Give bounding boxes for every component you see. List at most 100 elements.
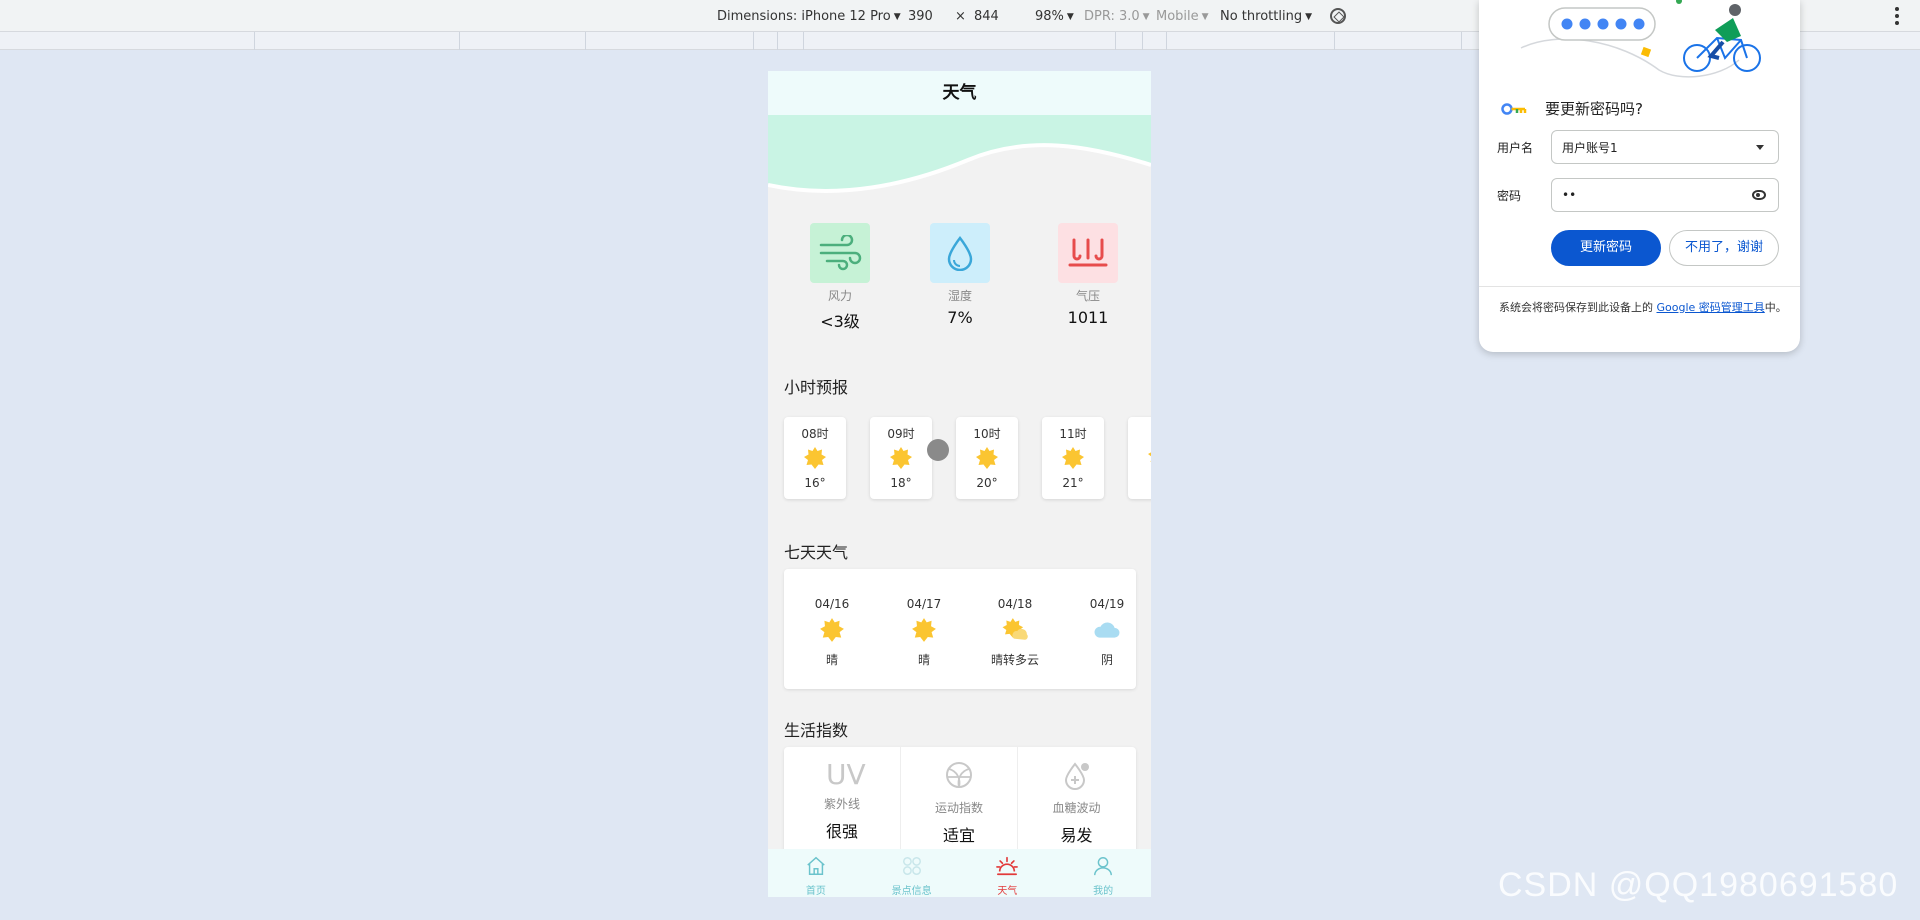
grid-icon <box>902 857 921 875</box>
chevron-down-icon: ▼ <box>1142 12 1150 22</box>
daily-item[interactable]: 04/17 晴 <box>884 597 964 668</box>
sun-icon <box>1062 447 1084 469</box>
sun-icon <box>976 447 998 469</box>
hour-temp: 18° <box>890 476 912 490</box>
hourly-card[interactable]: 10时 20° <box>956 417 1018 499</box>
device-label: Dimensions: iPhone 12 Pro <box>717 9 891 24</box>
header-wave-decoration <box>768 115 1151 205</box>
chevron-down-icon: ▼ <box>1201 12 1209 22</box>
daily-item[interactable]: 04/19 阴 <box>1067 597 1147 668</box>
tab-label: 景点信息 <box>891 886 932 897</box>
divider <box>1479 286 1800 287</box>
day-condition: 晴 <box>825 653 838 667</box>
life-index-uv[interactable]: UV 紫外线 很强 <box>784 747 901 857</box>
ruler-tick <box>585 32 586 50</box>
sun-icon <box>890 447 912 469</box>
hourly-card[interactable]: 08时 16° <box>784 417 846 499</box>
username-select[interactable]: 用户账号1 <box>1551 130 1779 164</box>
ruler-tick <box>803 32 804 50</box>
life-label: 紫外线 <box>823 797 860 811</box>
page-title: 天气 <box>768 71 1151 115</box>
zoom-label: 98% <box>1035 9 1064 24</box>
hourly-card[interactable]: 1 <box>1128 417 1151 499</box>
password-field[interactable]: •• <box>1551 178 1779 212</box>
footer-end: 中。 <box>1764 301 1787 314</box>
chevron-down-icon: ▼ <box>893 12 901 22</box>
update-password-button[interactable]: 更新密码 <box>1551 230 1661 266</box>
stat-label: 湿度 <box>947 289 972 303</box>
home-icon <box>807 856 825 875</box>
touch-cursor <box>927 439 949 461</box>
stat-pressure: 气压 1011 <box>1048 223 1128 327</box>
password-label: 密码 <box>1497 188 1522 203</box>
device-dimensions-dropdown[interactable]: Dimensions: iPhone 12 Pro ▼ <box>717 9 901 24</box>
ball-icon <box>946 762 972 788</box>
width-input[interactable]: 390 <box>908 9 933 24</box>
phone-viewport: 天气 风力 <3级 湿度 7% 气压 1011 小时预报 08时 16° 09时… <box>768 71 1151 897</box>
life-value: 易发 <box>1060 826 1093 845</box>
life-index-blood-sugar[interactable]: 血糖波动 易发 <box>1018 747 1135 857</box>
mode-dropdown[interactable]: Mobile ▼ <box>1156 9 1209 24</box>
cyclist-illustration-icon <box>1520 0 1761 78</box>
tab-label: 我的 <box>1093 886 1114 897</box>
day-date: 04/17 <box>906 597 942 611</box>
mode-label: Mobile <box>1156 9 1199 24</box>
hour-time: 11时 <box>1059 427 1087 441</box>
password-manager-link[interactable]: Google 密码管理工具 <box>1657 301 1765 314</box>
hourly-card[interactable]: 11时 21° <box>1042 417 1104 499</box>
seven-day-forecast[interactable]: 04/16 晴 04/17 晴 04/18 晴转多云 04/19 阴 <box>784 569 1136 689</box>
dpr-label: DPR: 3.0 <box>1084 9 1140 24</box>
throttling-label: No throttling <box>1220 9 1303 24</box>
daily-item[interactable]: 04/16 晴 <box>792 597 872 668</box>
chevron-down-icon: ▼ <box>1066 12 1074 22</box>
life-index-panel: UV 紫外线 很强 运动指数 适宜 血糖波动 易发 <box>784 747 1136 857</box>
life-index-sport[interactable]: 运动指数 适宜 <box>901 747 1018 857</box>
watermark: CSDN @QQ1980691580 <box>1498 866 1899 904</box>
tab-home[interactable]: 首页 <box>768 849 864 897</box>
hourly-card[interactable]: 09时 18° <box>870 417 932 499</box>
zoom-dropdown[interactable]: 98% ▼ <box>1035 9 1074 24</box>
eye-icon[interactable] <box>1752 190 1766 200</box>
ruler-tick <box>1334 32 1335 50</box>
wind-icon <box>810 223 870 283</box>
password-update-dialog: 要更新密码吗? 用户名 用户账号1 密码 •• 更新密码 不用了，谢谢 系统会将… <box>1479 0 1800 352</box>
rotate-icon[interactable] <box>1330 8 1346 24</box>
tab-label: 天气 <box>997 886 1018 897</box>
hour-time: 1 <box>1128 425 1151 439</box>
sun-icon <box>1148 452 1151 462</box>
tab-label: 首页 <box>805 886 826 897</box>
hourly-forecast-scroller[interactable]: 08时 16° 09时 18° 10时 20° 11时 21° 1 <box>768 417 1151 503</box>
day-condition: 晴转多云 <box>990 653 1039 667</box>
current-stats: 风力 <3级 湿度 7% 气压 1011 <box>768 223 1151 343</box>
life-label: 运动指数 <box>934 801 983 815</box>
ruler-tick <box>1461 32 1462 50</box>
tab-profile[interactable]: 我的 <box>1055 849 1151 897</box>
stat-label: 风力 <box>827 289 852 303</box>
drop-plus-icon <box>1064 762 1089 790</box>
life-value: 很强 <box>825 822 858 841</box>
daily-item[interactable]: 04/18 晴转多云 <box>975 597 1055 668</box>
sun-icon <box>912 618 936 642</box>
dialog-title: 要更新密码吗? <box>1501 98 1643 119</box>
tab-attractions[interactable]: 景点信息 <box>864 849 960 897</box>
hour-temp: 20° <box>976 476 998 490</box>
username-label: 用户名 <box>1497 140 1534 155</box>
stat-value: 1011 <box>1067 308 1109 327</box>
no-thanks-button[interactable]: 不用了，谢谢 <box>1669 230 1779 266</box>
stat-wind: 风力 <3级 <box>800 223 880 332</box>
partly-cloudy-icon <box>1002 618 1028 640</box>
bottom-tab-bar: 首页 景点信息 天气 我的 <box>768 849 1151 897</box>
tab-weather[interactable]: 天气 <box>960 849 1056 897</box>
more-options-icon[interactable] <box>1895 7 1899 25</box>
ruler-tick <box>753 32 754 50</box>
ruler-tick <box>1142 32 1143 50</box>
stat-value: <3级 <box>820 312 860 331</box>
life-index-title: 生活指数 <box>784 721 849 740</box>
seven-day-title: 七天天气 <box>784 543 849 562</box>
throttling-dropdown[interactable]: No throttling ▼ <box>1220 9 1312 24</box>
dpr-dropdown[interactable]: DPR: 3.0 ▼ <box>1084 9 1150 24</box>
height-input[interactable]: 844 <box>974 9 999 24</box>
chevron-down-icon: ▼ <box>1305 12 1312 22</box>
sun-icon <box>804 447 826 469</box>
password-value: •• <box>1562 188 1577 202</box>
